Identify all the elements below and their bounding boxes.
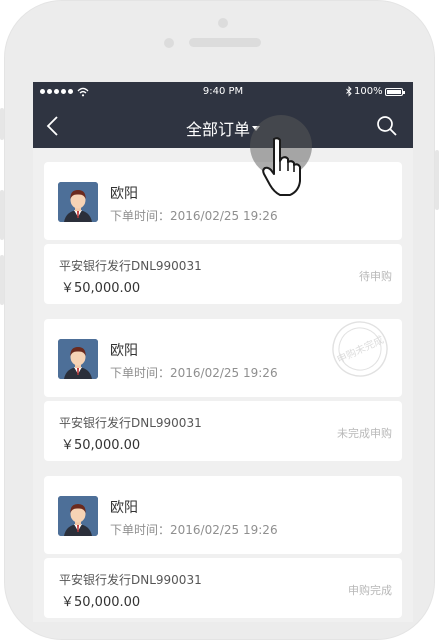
- product-name: 平安银行发行DNL990031: [59, 573, 202, 587]
- order-time-value: 2016/02/25 19:26: [170, 366, 278, 380]
- order-filter-dropdown[interactable]: 全部订单: [33, 116, 413, 140]
- page-title: 全部订单: [185, 120, 250, 139]
- order-card-header: 欧阳 下单时间：2016/02/25 19:26: [44, 162, 402, 240]
- battery-percentage: 100%: [354, 86, 383, 97]
- order-amount: ￥50,000.00: [61, 438, 141, 453]
- camera-dot: [218, 18, 228, 28]
- bluetooth-icon: [346, 86, 352, 97]
- power-button: [435, 150, 439, 210]
- order-time-label: 下单时间：: [110, 366, 171, 380]
- order-status: 申购完成: [348, 584, 392, 597]
- order-time-value: 2016/02/25 19:26: [170, 209, 278, 223]
- order-time: 下单时间：2016/02/25 19:26: [110, 521, 278, 538]
- avatar: [58, 339, 98, 379]
- order-amount: ￥50,000.00: [61, 281, 141, 296]
- customer-name: 欧阳: [110, 343, 138, 359]
- order-status: 未完成申购: [337, 427, 392, 440]
- avatar: [58, 496, 98, 536]
- order-card-header: 欧阳 下单时间：2016/02/25 19:26: [44, 476, 402, 554]
- order-time-label: 下单时间：: [110, 523, 171, 537]
- product-name: 平安银行发行DNL990031: [59, 416, 202, 430]
- volume-down-button: [0, 255, 4, 305]
- customer-name: 欧阳: [110, 186, 138, 202]
- mute-switch: [0, 108, 4, 140]
- app-screen: 9:40 PM 100% 全部订单 欧阳 下单时间：2016/02/25 19:…: [33, 82, 413, 622]
- order-time: 下单时间：2016/02/25 19:26: [110, 207, 278, 224]
- product-name: 平安银行发行DNL990031: [59, 259, 202, 273]
- order-card-body: 平安银行发行DNL990031 ￥50,000.00 待申购: [44, 244, 402, 304]
- volume-up-button: [0, 190, 4, 240]
- navigation-bar: 全部订单: [33, 104, 413, 148]
- order-time-label: 下单时间：: [110, 209, 171, 223]
- speaker-grille: [189, 38, 261, 47]
- front-camera: [164, 38, 174, 48]
- order-card-body: 平安银行发行DNL990031 ￥50,000.00 未完成申购: [44, 401, 402, 461]
- avatar: [58, 182, 98, 222]
- customer-name: 欧阳: [110, 500, 138, 516]
- order-amount: ￥50,000.00: [61, 595, 141, 610]
- order-card-body: 平安银行发行DNL990031 ￥50,000.00 申购完成: [44, 558, 402, 618]
- order-status: 待申购: [359, 270, 392, 283]
- status-bar: 9:40 PM 100%: [33, 82, 413, 104]
- search-icon: [377, 116, 397, 136]
- battery-icon: [385, 88, 405, 96]
- order-card-header: 欧阳 下单时间：2016/02/25 19:26 申购未完成: [44, 319, 402, 397]
- pointing-hand-icon: [262, 137, 301, 196]
- search-button[interactable]: [373, 112, 401, 140]
- order-time: 下单时间：2016/02/25 19:26: [110, 364, 278, 381]
- incomplete-stamp: 申购未完成: [332, 321, 388, 377]
- order-time-value: 2016/02/25 19:26: [170, 523, 278, 537]
